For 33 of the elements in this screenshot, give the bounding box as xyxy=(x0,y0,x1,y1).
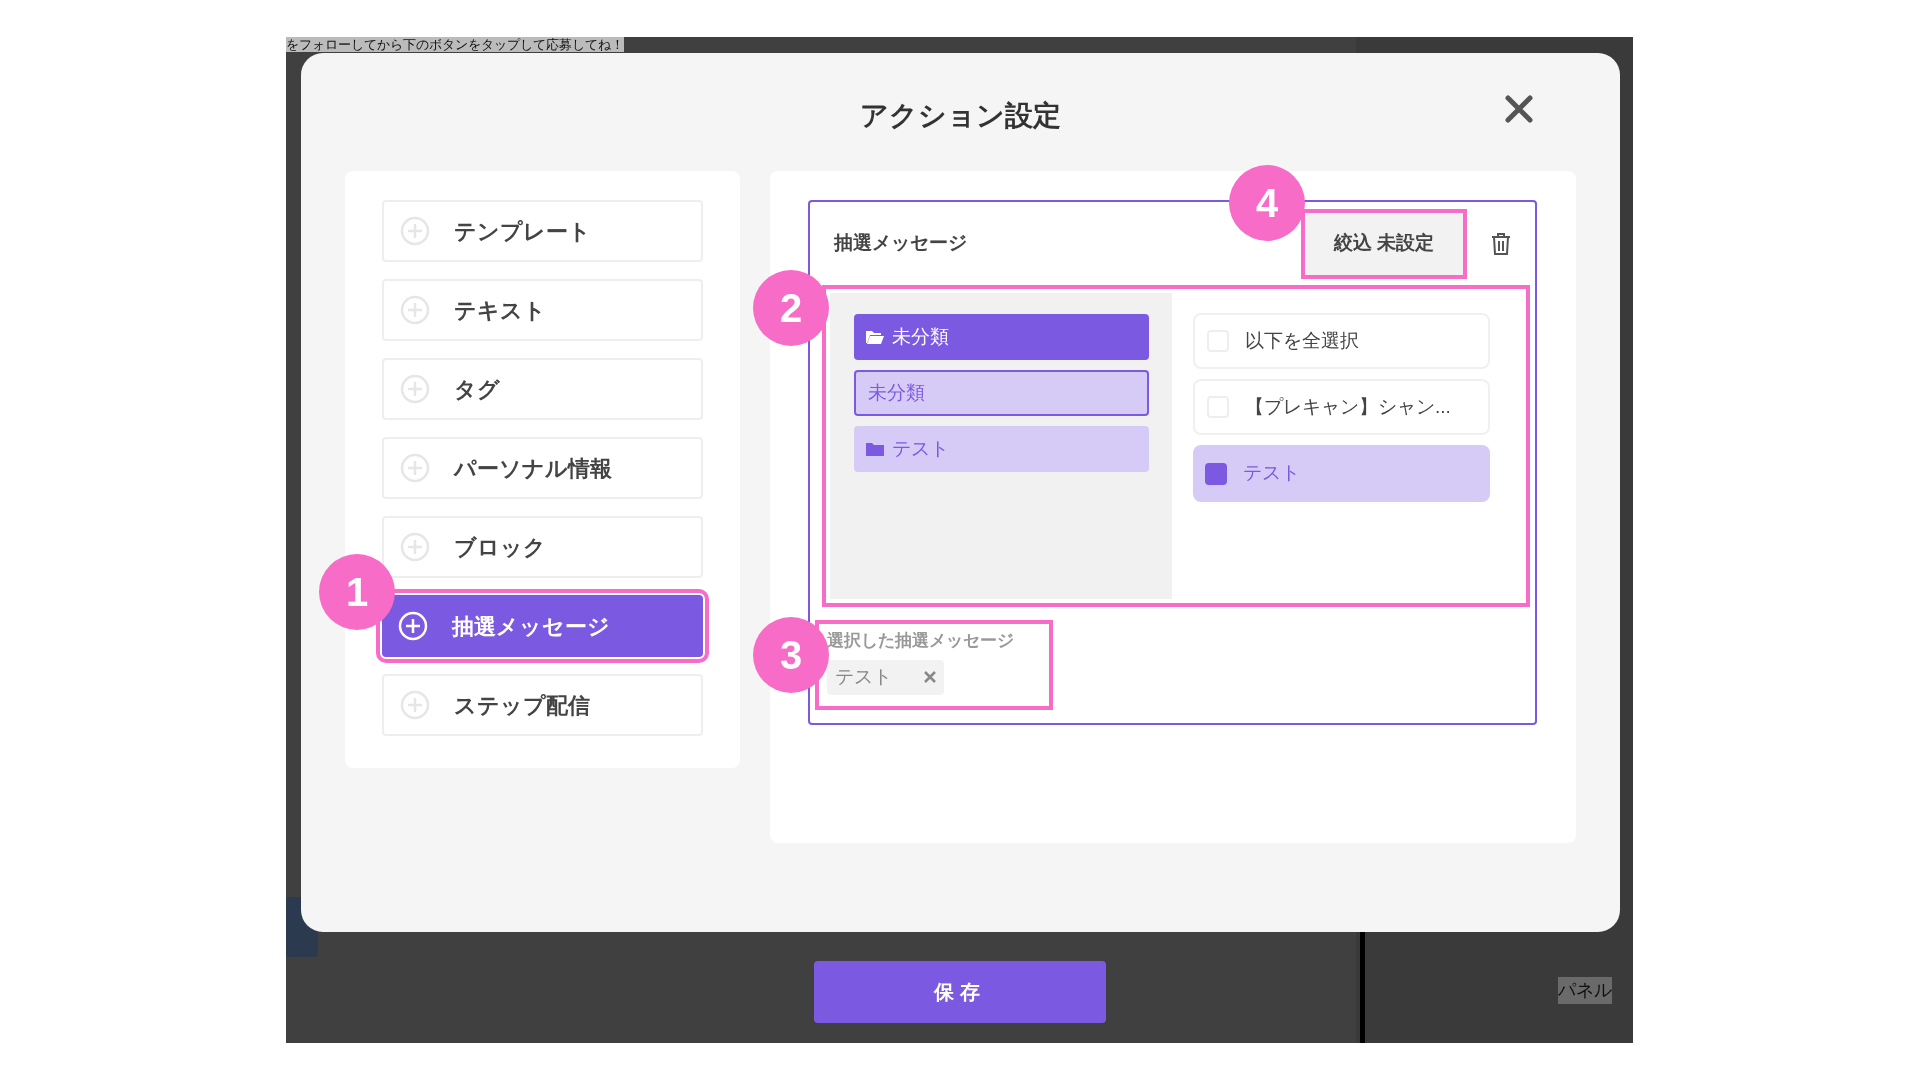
modal-title: アクション設定 xyxy=(860,99,1061,133)
selected-heading: 選択した抽選メッセージ xyxy=(827,630,1015,652)
option-row[interactable]: 【プレキャン】シャン... xyxy=(1193,379,1490,435)
option-label: 以下を全選択 xyxy=(1245,328,1359,353)
action-item[interactable]: テキスト xyxy=(382,279,703,341)
plus-circle-icon xyxy=(398,611,428,641)
action-item[interactable]: タグ xyxy=(382,358,703,420)
open-folder-icon xyxy=(865,330,884,344)
plus-circle-icon xyxy=(400,690,430,720)
action-item[interactable]: テンプレート xyxy=(382,200,703,262)
plus-circle-icon xyxy=(400,453,430,483)
save-button[interactable]: 保存 xyxy=(814,961,1106,1023)
option-label: テスト xyxy=(1243,461,1300,486)
folder-item[interactable]: 未分類 xyxy=(853,314,1149,360)
folder-icon xyxy=(865,442,884,456)
checkbox[interactable] xyxy=(1205,462,1227,485)
action-item[interactable]: ステップ配信 xyxy=(382,674,703,736)
option-label: 【プレキャン】シャン... xyxy=(1245,394,1451,419)
remove-icon[interactable] xyxy=(924,671,936,683)
filter-button[interactable]: 絞込 未設定 xyxy=(1301,208,1467,279)
plus-circle-icon xyxy=(400,216,430,246)
action-item[interactable]: ブロック xyxy=(382,516,703,578)
plus-circle-icon xyxy=(400,532,430,562)
plus-circle-icon xyxy=(400,374,430,404)
close-icon[interactable] xyxy=(1505,95,1533,123)
card-title: 抽選メッセージ xyxy=(834,231,967,256)
chip-label: テスト xyxy=(835,664,892,689)
background-text: をフォローしてから下のボタンをタップして応募してね！ xyxy=(286,37,624,52)
plus-circle-icon xyxy=(400,295,430,325)
background-text: パネル xyxy=(1558,977,1612,1004)
action-item[interactable]: パーソナル情報 xyxy=(382,437,703,499)
option-row[interactable]: 以下を全選択 xyxy=(1193,313,1490,369)
trash-icon[interactable] xyxy=(1491,231,1511,256)
